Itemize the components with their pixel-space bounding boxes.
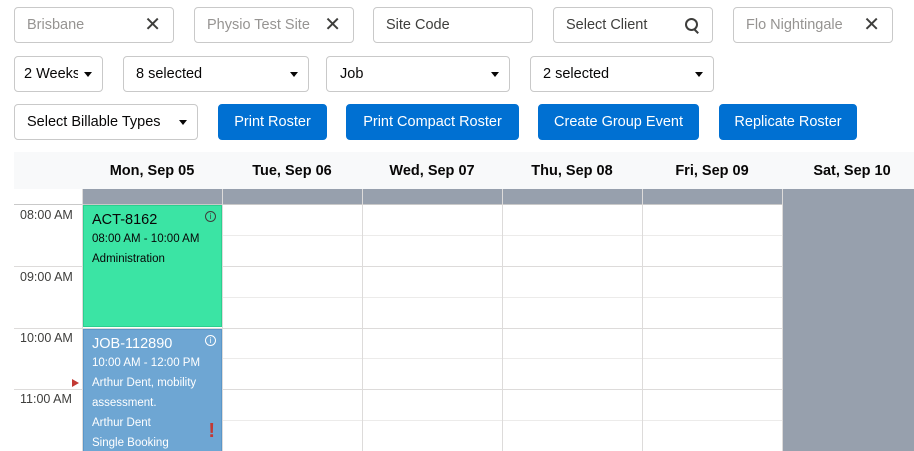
print-compact-roster-button[interactable]: Print Compact Roster <box>346 104 519 140</box>
chevron-down-icon <box>179 119 187 125</box>
grid-line <box>362 189 363 451</box>
staff-field[interactable]: Flo Nightingale ✕ <box>733 7 893 43</box>
day-header-mon[interactable]: Mon, Sep 05 <box>82 152 222 189</box>
type-select[interactable]: Job <box>326 56 510 92</box>
weekend-column <box>783 189 914 451</box>
print-roster-button[interactable]: Print Roster <box>218 104 327 140</box>
warning-icon: ! <box>208 420 215 442</box>
type-value: Job <box>340 66 364 82</box>
event-act-8162[interactable]: ACT-8162 08:00 AM - 10:00 AM Administrat… <box>83 205 222 327</box>
chevron-down-icon <box>695 71 703 77</box>
day-header-wed[interactable]: Wed, Sep 07 <box>362 152 502 189</box>
clear-staff-icon[interactable]: ✕ <box>863 15 880 35</box>
site-placeholder: Physio Test Site <box>207 17 310 33</box>
info-icon[interactable]: i <box>205 211 216 222</box>
multi-select-a-value: 8 selected <box>136 66 203 82</box>
event-time: 08:00 AM - 10:00 AM <box>92 233 200 245</box>
search-icon[interactable] <box>684 17 700 33</box>
day-header-sat[interactable]: Sat, Sep 10 <box>782 152 914 189</box>
staff-placeholder: Flo Nightingale <box>746 17 843 33</box>
grid-line <box>502 189 503 451</box>
client-search-field[interactable]: Select Client <box>553 7 713 43</box>
event-job-112890[interactable]: JOB-112890 10:00 AM - 12:00 PM Arthur De… <box>83 329 222 451</box>
create-group-event-button[interactable]: Create Group Event <box>538 104 699 140</box>
time-label: 10:00 AM <box>20 331 73 345</box>
grid-line <box>782 189 783 451</box>
clear-site-icon[interactable]: ✕ <box>324 15 341 35</box>
day-header-fri[interactable]: Fri, Sep 09 <box>642 152 782 189</box>
location-placeholder: Brisbane <box>27 17 85 33</box>
multi-select-b-value: 2 selected <box>543 66 610 82</box>
event-title: JOB-112890 <box>92 336 173 352</box>
client-placeholder: Select Client <box>566 17 648 33</box>
all-day-row[interactable] <box>82 189 782 204</box>
period-select[interactable]: 2 Weeks <box>14 56 103 92</box>
period-value: 2 Weeks <box>24 66 78 82</box>
billable-types-select[interactable]: Select Billable Types <box>14 104 198 140</box>
current-time-marker <box>72 379 79 387</box>
multi-select-b[interactable]: 2 selected <box>530 56 714 92</box>
day-header-tue[interactable]: Tue, Sep 06 <box>222 152 362 189</box>
time-label: 11:00 AM <box>20 392 72 406</box>
replicate-roster-button[interactable]: Replicate Roster <box>719 104 857 140</box>
chevron-down-icon <box>84 71 92 77</box>
clear-location-icon[interactable]: ✕ <box>144 15 161 35</box>
chevron-down-icon <box>491 71 499 77</box>
site-code-input[interactable]: Site Code <box>373 7 533 43</box>
multi-select-a[interactable]: 8 selected <box>123 56 309 92</box>
event-description: Administration <box>92 253 165 265</box>
site-code-placeholder: Site Code <box>386 17 450 33</box>
location-field[interactable]: Brisbane ✕ <box>14 7 174 43</box>
event-booking-type: Single Booking <box>92 437 169 449</box>
time-label: 09:00 AM <box>20 270 73 284</box>
calendar-header: Mon, Sep 05 Tue, Sep 06 Wed, Sep 07 Thu,… <box>14 152 914 189</box>
info-icon[interactable]: i <box>205 335 216 346</box>
chevron-down-icon <box>290 71 298 77</box>
event-description: Arthur Dent, mobility <box>92 377 197 389</box>
roster-calendar: Mon, Sep 05 Tue, Sep 06 Wed, Sep 07 Thu,… <box>14 152 914 451</box>
event-title: ACT-8162 <box>92 212 158 228</box>
grid-line <box>222 189 223 451</box>
site-field[interactable]: Physio Test Site ✕ <box>194 7 354 43</box>
event-description: assessment. <box>92 397 157 409</box>
billable-types-value: Select Billable Types <box>27 114 161 130</box>
day-header-thu[interactable]: Thu, Sep 08 <box>502 152 642 189</box>
time-label: 08:00 AM <box>20 208 73 222</box>
grid-line <box>642 189 643 451</box>
event-time: 10:00 AM - 12:00 PM <box>92 357 201 369</box>
event-client: Arthur Dent <box>92 417 151 429</box>
